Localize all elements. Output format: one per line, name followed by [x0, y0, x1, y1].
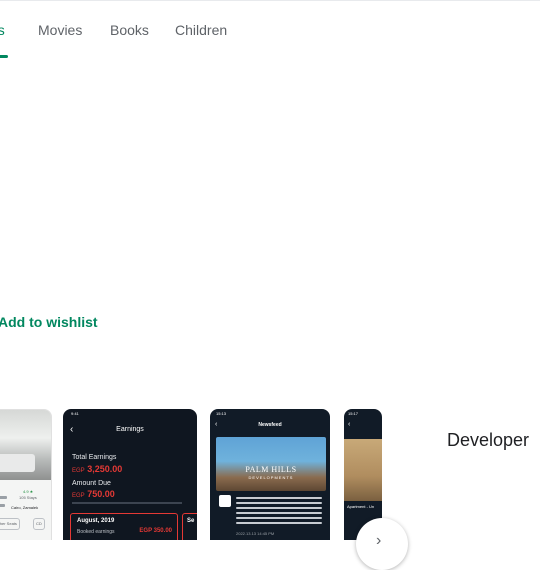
- amount-due-label: Amount Due: [72, 480, 111, 487]
- listing-text-line: [0, 504, 5, 507]
- screenshot-listing[interactable]: 4.9 ★ 105 Stays Cairo, Zamalek Leather S…: [0, 409, 52, 540]
- card-row-value: EGP 350.00: [139, 528, 172, 534]
- listing-location: Cairo, Zamalek: [11, 505, 39, 510]
- add-to-wishlist-button[interactable]: Add to wishlist: [0, 313, 98, 331]
- post-avatar: [219, 495, 231, 507]
- earnings-note-line: [72, 502, 182, 504]
- screenshot-carousel: 4.9 ★ 105 Stays Cairo, Zamalek Leather S…: [0, 409, 390, 540]
- listing-chip: Leather Seats: [0, 518, 20, 530]
- listing-chip: CD: [33, 518, 45, 530]
- earnings-month-card: August, 2019 Booked earnings EGP 350.00: [70, 513, 178, 540]
- listing-stays: 105 Stays: [19, 495, 37, 500]
- amount-due-value: EGP 750.00: [72, 489, 115, 499]
- total-earnings-value: EGP 3,250.00: [72, 464, 122, 474]
- post-text-lines: [236, 494, 322, 530]
- newsfeed-photo: PALM HILLS DEVELOPMENTS: [216, 437, 326, 491]
- card-row-label: Booked earnings: [77, 529, 115, 535]
- amount-due-amount: 750.00: [87, 489, 115, 499]
- tab-apps[interactable]: ps: [0, 22, 5, 38]
- earnings-month-card-next: Se: [182, 513, 197, 540]
- apartment-status-time: 15:17: [348, 411, 359, 416]
- back-arrow-icon: ‹: [348, 421, 351, 428]
- developer-section-title: Developer: [447, 430, 530, 450]
- earnings-title: Earnings: [116, 426, 144, 433]
- screenshot-earnings[interactable]: 9:41 ‹ Earnings Total Earnings EGP 3,250…: [63, 409, 197, 540]
- category-tabs: ps Movies Books Children: [0, 20, 540, 60]
- tab-movies[interactable]: Movies: [38, 22, 82, 38]
- newsfeed-status-time: 15:13: [216, 411, 227, 416]
- card-month: August, 2019: [77, 518, 115, 524]
- tab-books[interactable]: Books: [110, 22, 149, 38]
- total-earnings-label: Total Earnings: [72, 454, 117, 461]
- earnings-status-time: 9:41: [71, 411, 79, 416]
- listing-rating: 4.9 ★: [23, 489, 34, 494]
- listing-sofa-shape: [0, 454, 35, 472]
- newsfeed-title: Newsfeed: [258, 422, 282, 428]
- total-earnings-currency: EGP: [72, 468, 85, 474]
- card2-label: Se: [187, 518, 195, 524]
- apartment-photo: [344, 439, 382, 501]
- top-divider: [0, 0, 540, 1]
- amount-due-currency: EGP: [72, 493, 85, 499]
- active-tab-indicator: [0, 55, 8, 58]
- wishlist-label: Add to wishlist: [0, 314, 98, 330]
- chevron-right-icon: ›: [376, 532, 382, 549]
- carousel-next-button[interactable]: ›: [356, 518, 408, 570]
- photo-brand-subtext: DEVELOPMENTS: [248, 475, 294, 480]
- screenshot-newsfeed[interactable]: 15:13 ‹ Newsfeed PALM HILLS DEVELOPMENTS…: [210, 409, 330, 540]
- photo-brand-text: PALM HILLS: [245, 465, 297, 474]
- apartment-caption: Apartment - Un: [347, 504, 375, 509]
- listing-text-line: [0, 496, 7, 499]
- total-earnings-amount: 3,250.00: [87, 464, 123, 474]
- tab-children[interactable]: Children: [175, 22, 227, 38]
- post-timestamp: 2022.13.13 14:45 PM: [236, 531, 275, 536]
